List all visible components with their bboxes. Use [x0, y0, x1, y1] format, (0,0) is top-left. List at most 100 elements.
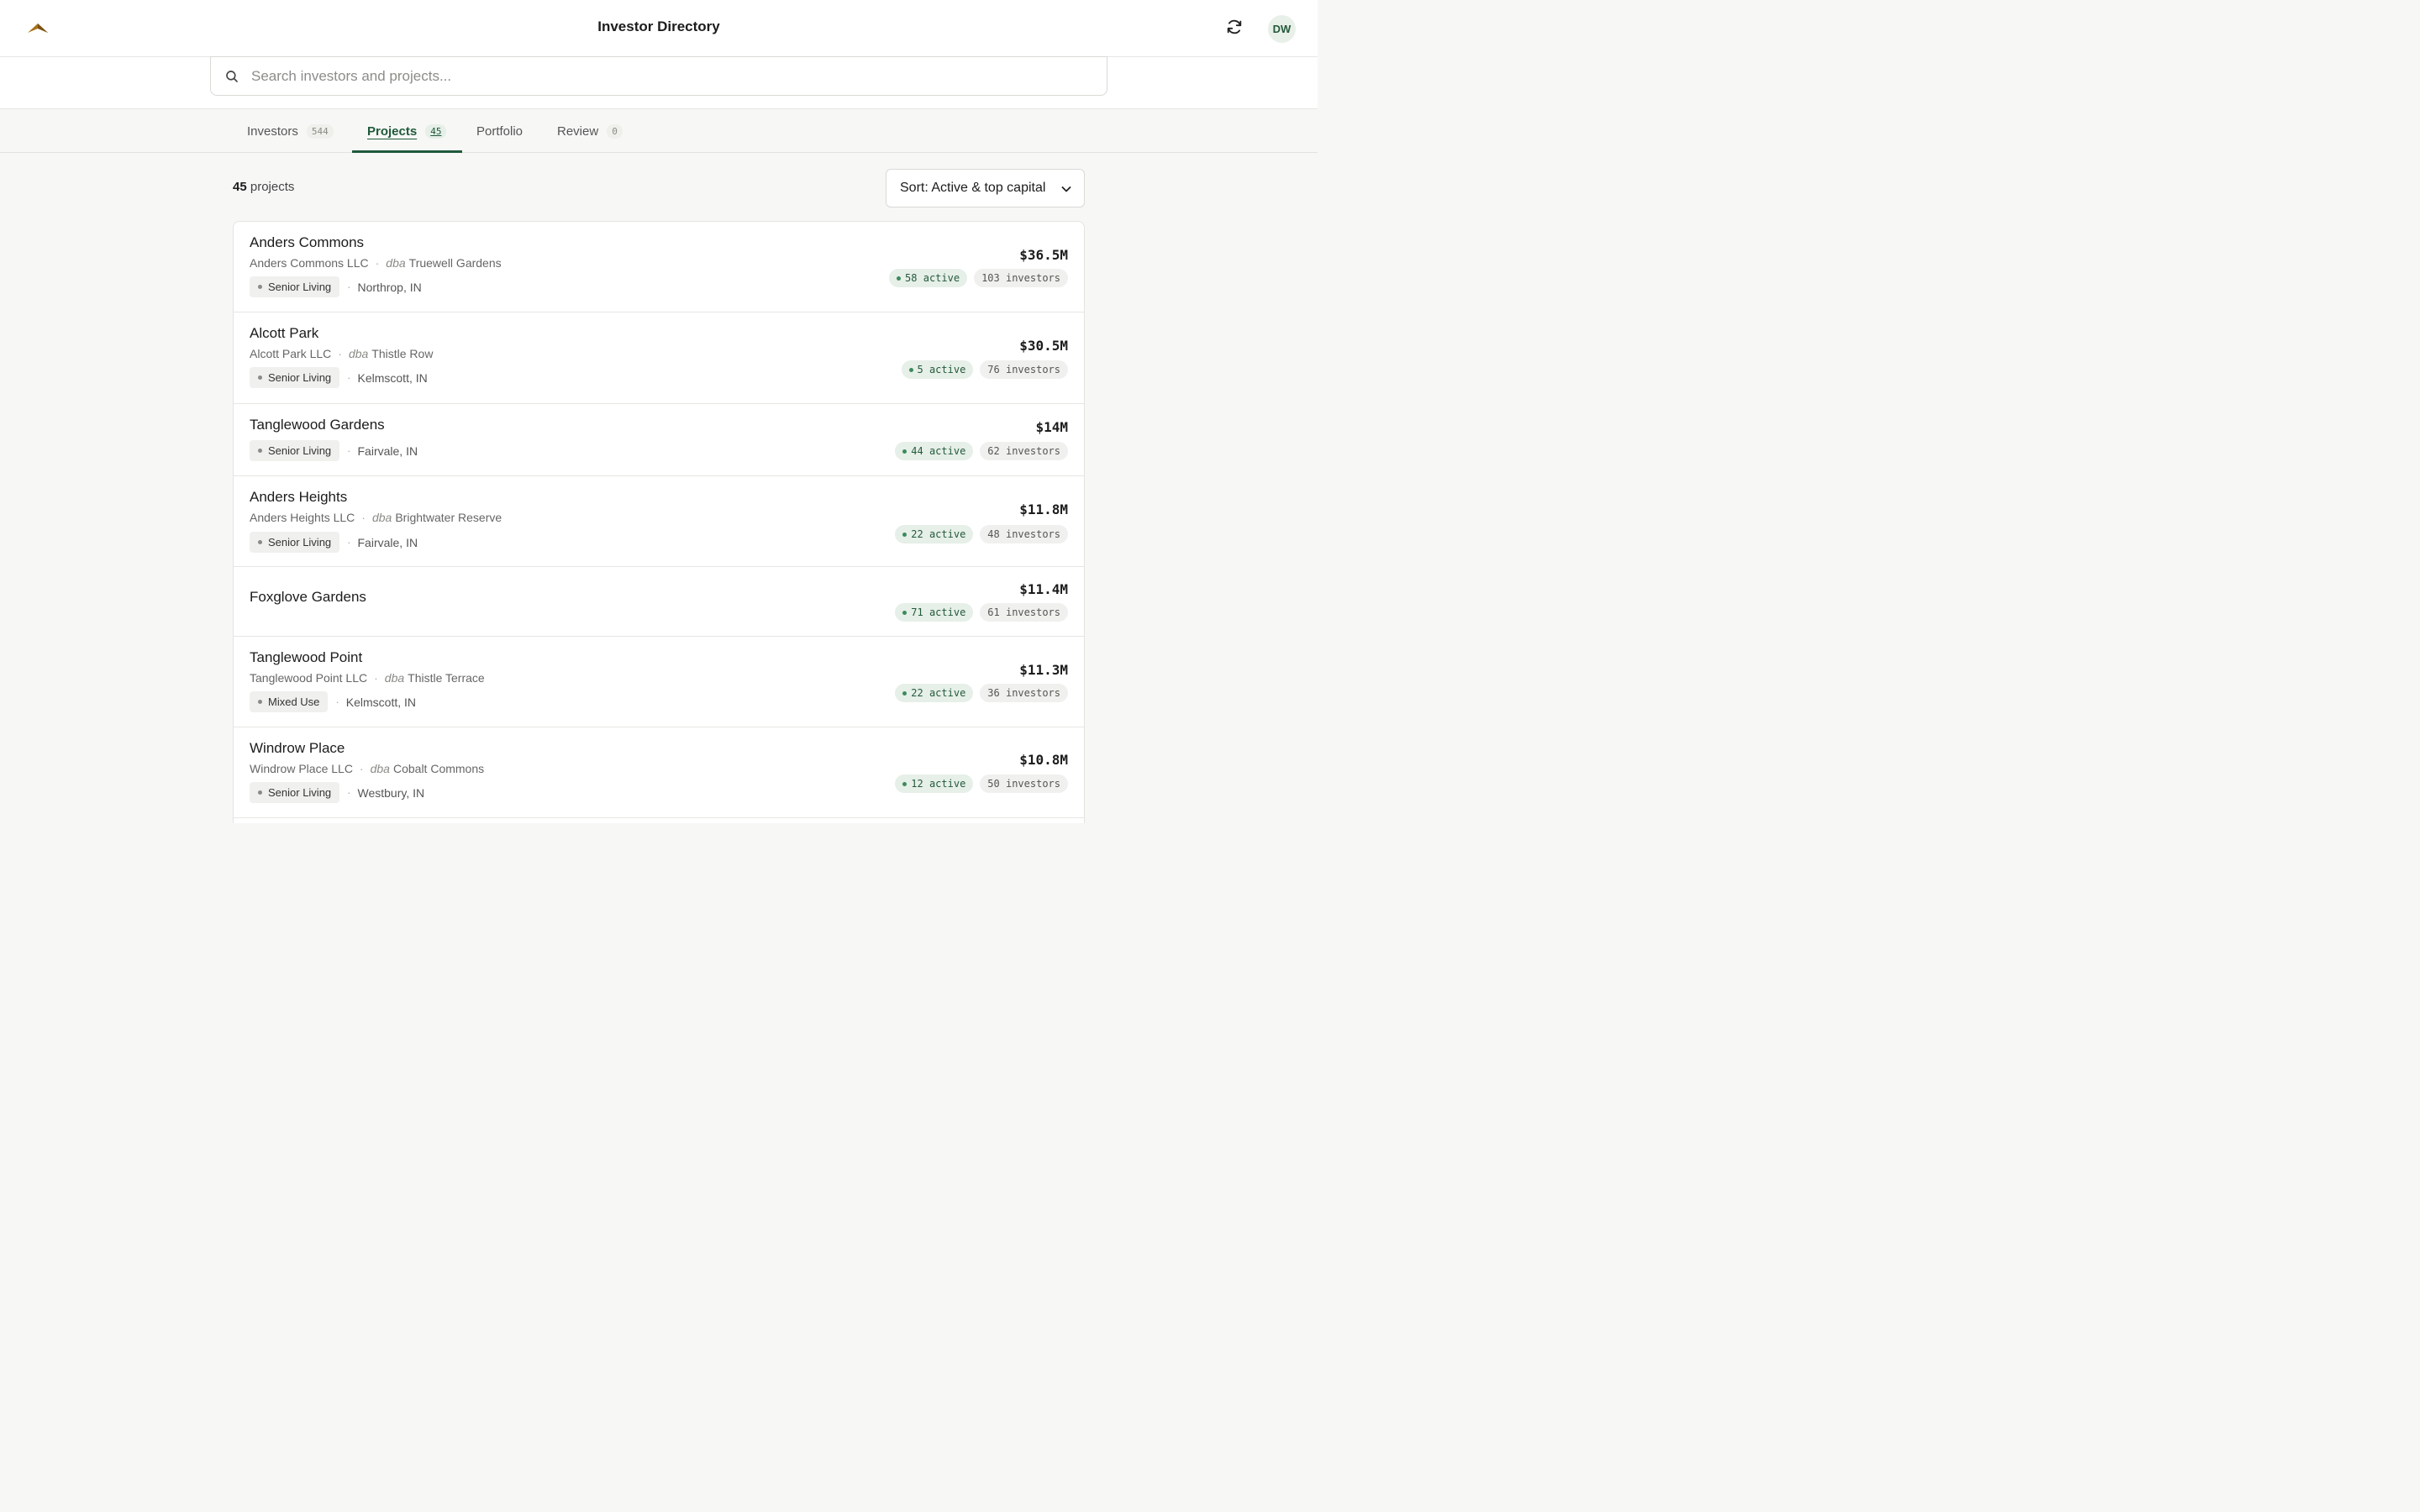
- project-badges: 22 active 48 investors: [895, 525, 1068, 543]
- active-badge: 12 active: [895, 774, 974, 793]
- project-type: Senior Living: [268, 281, 332, 293]
- active-badge: 22 active: [895, 525, 974, 543]
- project-capital: $30.5M: [1019, 338, 1068, 354]
- active-count: 58 active: [905, 272, 960, 284]
- active-count: 12 active: [911, 778, 966, 790]
- separator-dot: ·: [361, 511, 366, 524]
- legal-entity: Windrow Place LLC: [250, 762, 353, 775]
- project-meta: Senior Living · Northrop, IN: [250, 276, 422, 297]
- investors-badge: 61 investors: [980, 603, 1068, 622]
- separator-dot: ·: [347, 536, 351, 549]
- project-name[interactable]: Alcott Park: [250, 325, 318, 342]
- refresh-button[interactable]: [1222, 17, 1247, 40]
- investors-badge: 50 investors: [980, 774, 1068, 793]
- active-count: 22 active: [911, 687, 966, 699]
- dba-label: dba: [384, 671, 405, 685]
- project-name[interactable]: Tanglewood Gardens: [250, 417, 385, 433]
- app-title: Investor Directory: [597, 18, 720, 34]
- dba-name: Truewell Gardens: [408, 256, 502, 270]
- project-capital: $14M: [1035, 419, 1068, 435]
- project-location: Fairvale, IN: [357, 535, 418, 549]
- user-avatar[interactable]: DW: [1268, 15, 1296, 43]
- type-dot: [258, 449, 262, 453]
- legal-entity: Tanglewood Point LLC: [250, 671, 368, 685]
- tab-count-badge: 544: [306, 123, 334, 139]
- active-count: 22 active: [911, 528, 966, 540]
- dba-name: Cobalt Commons: [392, 762, 485, 775]
- search-box[interactable]: [210, 56, 1107, 96]
- project-row[interactable]: Anders Heights Anders Heights LLC · dba Bri…: [234, 476, 1084, 567]
- tab-portfolio[interactable]: Portfolio: [476, 109, 523, 153]
- active-dot: [902, 610, 908, 615]
- refresh-icon: [1225, 18, 1244, 40]
- project-row[interactable]: Tanglewood Point Tanglewood Point LLC · db…: [234, 637, 1084, 727]
- active-dot: [902, 532, 908, 537]
- project-type-tag: Senior Living: [250, 782, 340, 803]
- results-count: 45 projects: [233, 180, 294, 194]
- project-capital: $10.8M: [1019, 752, 1068, 768]
- tab-label: Projects: [367, 123, 418, 139]
- project-row[interactable]: Tanglewood Gardens Senior Living · Fairv…: [234, 404, 1084, 476]
- active-tab-indicator: [352, 150, 462, 153]
- investors-badge: 62 investors: [980, 442, 1068, 460]
- search-icon: [224, 69, 239, 84]
- separator-dot: ·: [347, 444, 351, 457]
- project-name[interactable]: Tanglewood Point: [250, 649, 362, 666]
- active-count: 71 active: [911, 606, 966, 618]
- project-legal-name: Windrow Place LLC · dba Cobalt Commons: [250, 762, 484, 775]
- project-row[interactable]: Windrow Place Windrow Place LLC · dba Cobal…: [234, 727, 1084, 818]
- sort-dropdown[interactable]: Sort: Active & top capital: [886, 169, 1085, 207]
- active-dot: [908, 367, 913, 372]
- project-meta: Senior Living · Fairvale, IN: [250, 532, 418, 553]
- dba-label: dba: [348, 347, 369, 360]
- project-name[interactable]: Anders Commons: [250, 234, 364, 251]
- project-meta: Senior Living · Fairvale, IN: [250, 440, 418, 461]
- separator-dot: ·: [347, 371, 351, 384]
- project-row[interactable]: Foxglove Gardens $11.4M 71 active 61 inv…: [234, 567, 1084, 637]
- project-type-tag: Senior Living: [250, 276, 340, 297]
- tab-projects[interactable]: Projects 45: [367, 109, 447, 153]
- project-type-tag: Senior Living: [250, 532, 340, 553]
- project-row[interactable]: Alcott Park Alcott Park LLC · dba Thistle R…: [234, 312, 1084, 404]
- project-legal-name: Anders Commons LLC · dba Truewell Gardens: [250, 256, 502, 270]
- app-page: Investor Directory DW Search investors a…: [0, 0, 1318, 823]
- project-name[interactable]: Windrow Place: [250, 740, 345, 757]
- project-capital: $11.3M: [1019, 662, 1068, 678]
- project-row[interactable]: Anders Commons Anders Commons LLC · dba Tru…: [234, 222, 1084, 312]
- project-capital: $11.4M: [1019, 581, 1068, 597]
- tab-count-badge: 45: [425, 123, 447, 139]
- active-badge: 44 active: [895, 442, 974, 460]
- tab-label: Investors: [247, 123, 298, 139]
- project-capital: $36.5M: [1019, 247, 1068, 263]
- active-count: 5 active: [917, 364, 966, 375]
- dba-name: Brightwater Reserve: [395, 511, 502, 524]
- separator-dot: ·: [347, 281, 351, 293]
- separator-dot: ·: [335, 696, 339, 708]
- active-badge: 22 active: [895, 684, 974, 702]
- project-location: Kelmscott, IN: [345, 695, 417, 709]
- project-badges: 22 active 36 investors: [895, 684, 1068, 702]
- tab-review[interactable]: Review 0: [557, 109, 623, 153]
- legal-entity: Anders Heights LLC: [250, 511, 355, 524]
- active-dot: [897, 276, 902, 281]
- project-name[interactable]: Anders Heights: [250, 489, 347, 506]
- project-type-tag: Senior Living: [250, 440, 340, 461]
- project-name[interactable]: Foxglove Gardens: [250, 589, 366, 606]
- project-badges: 58 active 103 investors: [889, 269, 1068, 287]
- separator-dot: ·: [374, 671, 378, 685]
- active-dot: [902, 449, 908, 454]
- type-dot: [258, 375, 262, 380]
- type-dot: [258, 540, 262, 544]
- project-list: Anders Commons Anders Commons LLC · dba Tru…: [233, 221, 1085, 823]
- search-input[interactable]: [251, 64, 1092, 89]
- project-type: Senior Living: [268, 536, 332, 549]
- active-badge: 71 active: [895, 603, 974, 622]
- active-badge: 58 active: [889, 269, 968, 287]
- tab-investors[interactable]: Investors 544: [247, 109, 334, 153]
- project-type: Senior Living: [268, 786, 332, 799]
- project-location: Westbury, IN: [357, 785, 425, 800]
- project-type: Mixed Use: [268, 696, 320, 708]
- project-legal-name: Tanglewood Point LLC · dba Thistle Terrace: [250, 671, 485, 685]
- active-dot: [902, 690, 908, 696]
- tab-count-badge: 0: [607, 123, 623, 139]
